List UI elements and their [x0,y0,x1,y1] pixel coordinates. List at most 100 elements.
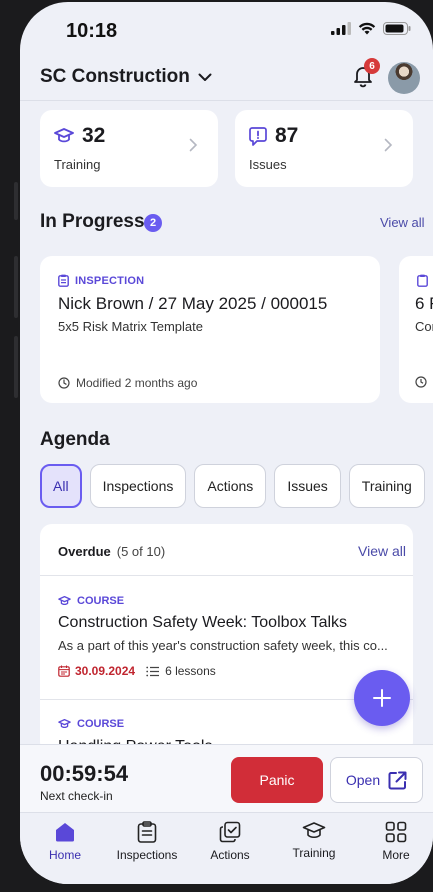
list-item[interactable]: COURSE Construction Safety Week: Toolbox… [40,577,413,700]
filter-chip-inspections[interactable]: Inspections [89,464,187,508]
item-type-row: COURSE [58,595,124,607]
side-button-volume-up [14,256,18,318]
overdue-count: (5 of 10) [116,544,166,559]
grid-icon [385,821,407,843]
status-time: 10:18 [66,20,118,42]
clipboard-icon [417,274,428,287]
item-type: COURSE [77,595,125,607]
side-button-volume-down [14,336,18,398]
tab-actions[interactable]: Actions [202,821,258,862]
overdue-view-all[interactable]: View all [358,543,406,559]
in-progress-count-badge: 2 [144,214,162,232]
list-icon [146,666,160,676]
org-switcher[interactable]: SC Construction [40,66,212,88]
graduation-cap-icon [302,822,326,839]
item-due-date: 30.09.2024 [75,664,136,678]
home-icon [56,823,74,842]
graduation-cap-icon [58,596,71,605]
overdue-label: Overdue [58,544,111,559]
phone-frame: 10:18 SC Construction 6 32 Training 87 I… [0,0,433,892]
card-modified-row [415,376,427,388]
chevron-down-icon [198,73,212,81]
chevron-right-icon [384,138,393,152]
clipboard-icon [58,274,69,287]
org-name: SC Construction [40,66,190,87]
battery-icon [383,22,411,35]
add-button[interactable] [354,670,410,726]
actions-check-icon [219,821,241,843]
open-button[interactable]: Open [330,757,423,803]
overdue-header: Overdue (5 of 10) View all [40,524,413,576]
card-modified-row: Modified 2 months ago [58,376,197,390]
item-meta-row: 30.09.2024 6 lessons [58,664,216,678]
calendar-icon [58,665,70,677]
training-count: 32 [82,124,106,147]
training-stat-card[interactable]: 32 Training [40,110,218,187]
clipboard-icon [137,821,157,843]
filter-chip-training[interactable]: Training [348,464,425,508]
agenda-list: Overdue (5 of 10) View all COURSE Constru… [40,524,413,754]
alert-bubble-icon [249,126,267,146]
card-modified: Modified 2 months ago [76,376,198,390]
panic-button[interactable]: Panic [231,757,323,803]
graduation-cap-icon [54,128,74,143]
issues-stat-label: Issues [249,157,287,172]
wifi-icon [358,22,376,35]
filter-chip-all[interactable]: All [40,464,82,508]
in-progress-view-all[interactable]: View all [380,215,425,230]
filter-chip-issues[interactable]: Issues [274,464,341,508]
chevron-right-icon [189,138,198,152]
tab-more[interactable]: More [376,821,416,862]
item-lessons: 6 lessons [165,664,216,678]
app-screen: 10:18 SC Construction 6 32 Training 87 I… [20,2,433,884]
notification-badge: 6 [364,58,380,74]
tab-inspections[interactable]: Inspections [110,821,184,862]
avatar[interactable] [388,62,420,94]
card-type-row [417,274,428,287]
item-title: Construction Safety Week: Toolbox Talks [58,614,348,631]
status-icons [331,22,411,35]
item-type: COURSE [77,718,125,730]
card-title: Nick Brown / 27 May 2025 / 000015 [58,294,328,313]
external-link-icon [388,771,407,789]
card-type-row: INSPECTION [58,274,144,287]
card-title: 6 F [415,294,433,313]
in-progress-card-partial[interactable]: 6 F Cor [399,256,433,403]
signal-icon [331,22,351,35]
in-progress-title: In Progress [40,211,145,232]
tab-training[interactable]: Training [286,821,342,860]
card-type: INSPECTION [75,274,145,287]
tab-label: Training [292,846,336,860]
training-stat-label: Training [54,157,101,172]
overdue-label-row: Overdue (5 of 10) [58,544,165,559]
bottom-tab-bar: Home Inspections Actions Training More [20,812,433,884]
header-divider [20,100,433,101]
top-header: SC Construction 6 [20,58,433,100]
item-description: As a part of this year's construction sa… [58,638,388,653]
item-type-row: COURSE [58,718,124,730]
tab-label: Home [48,848,81,862]
agenda-filter-chips: All Inspections Actions Issues Training [40,464,425,508]
tab-label: More [382,848,410,862]
training-stat-value-row: 32 [54,124,105,148]
tab-label: Actions [210,848,250,862]
plus-icon [373,689,391,707]
issues-count: 87 [275,124,299,147]
checkin-timer: 00:59:54 [40,761,129,786]
issues-stat-card[interactable]: 87 Issues [235,110,413,187]
issues-stat-value-row: 87 [249,124,298,148]
filter-chip-actions[interactable]: Actions [194,464,267,508]
clock-icon [58,377,70,389]
card-subtitle: Cor [415,319,433,334]
agenda-title: Agenda [40,429,110,450]
tab-home[interactable]: Home [40,821,90,862]
status-bar: 10:18 [20,2,433,58]
open-label: Open [345,772,381,788]
card-subtitle: 5x5 Risk Matrix Template [58,319,203,334]
in-progress-card[interactable]: INSPECTION Nick Brown / 27 May 2025 / 00… [40,256,380,403]
graduation-cap-icon [58,719,71,728]
checkin-label: Next check-in [40,789,113,803]
clock-icon [415,376,427,388]
tab-label: Inspections [116,848,178,862]
side-button-mute [14,182,18,220]
